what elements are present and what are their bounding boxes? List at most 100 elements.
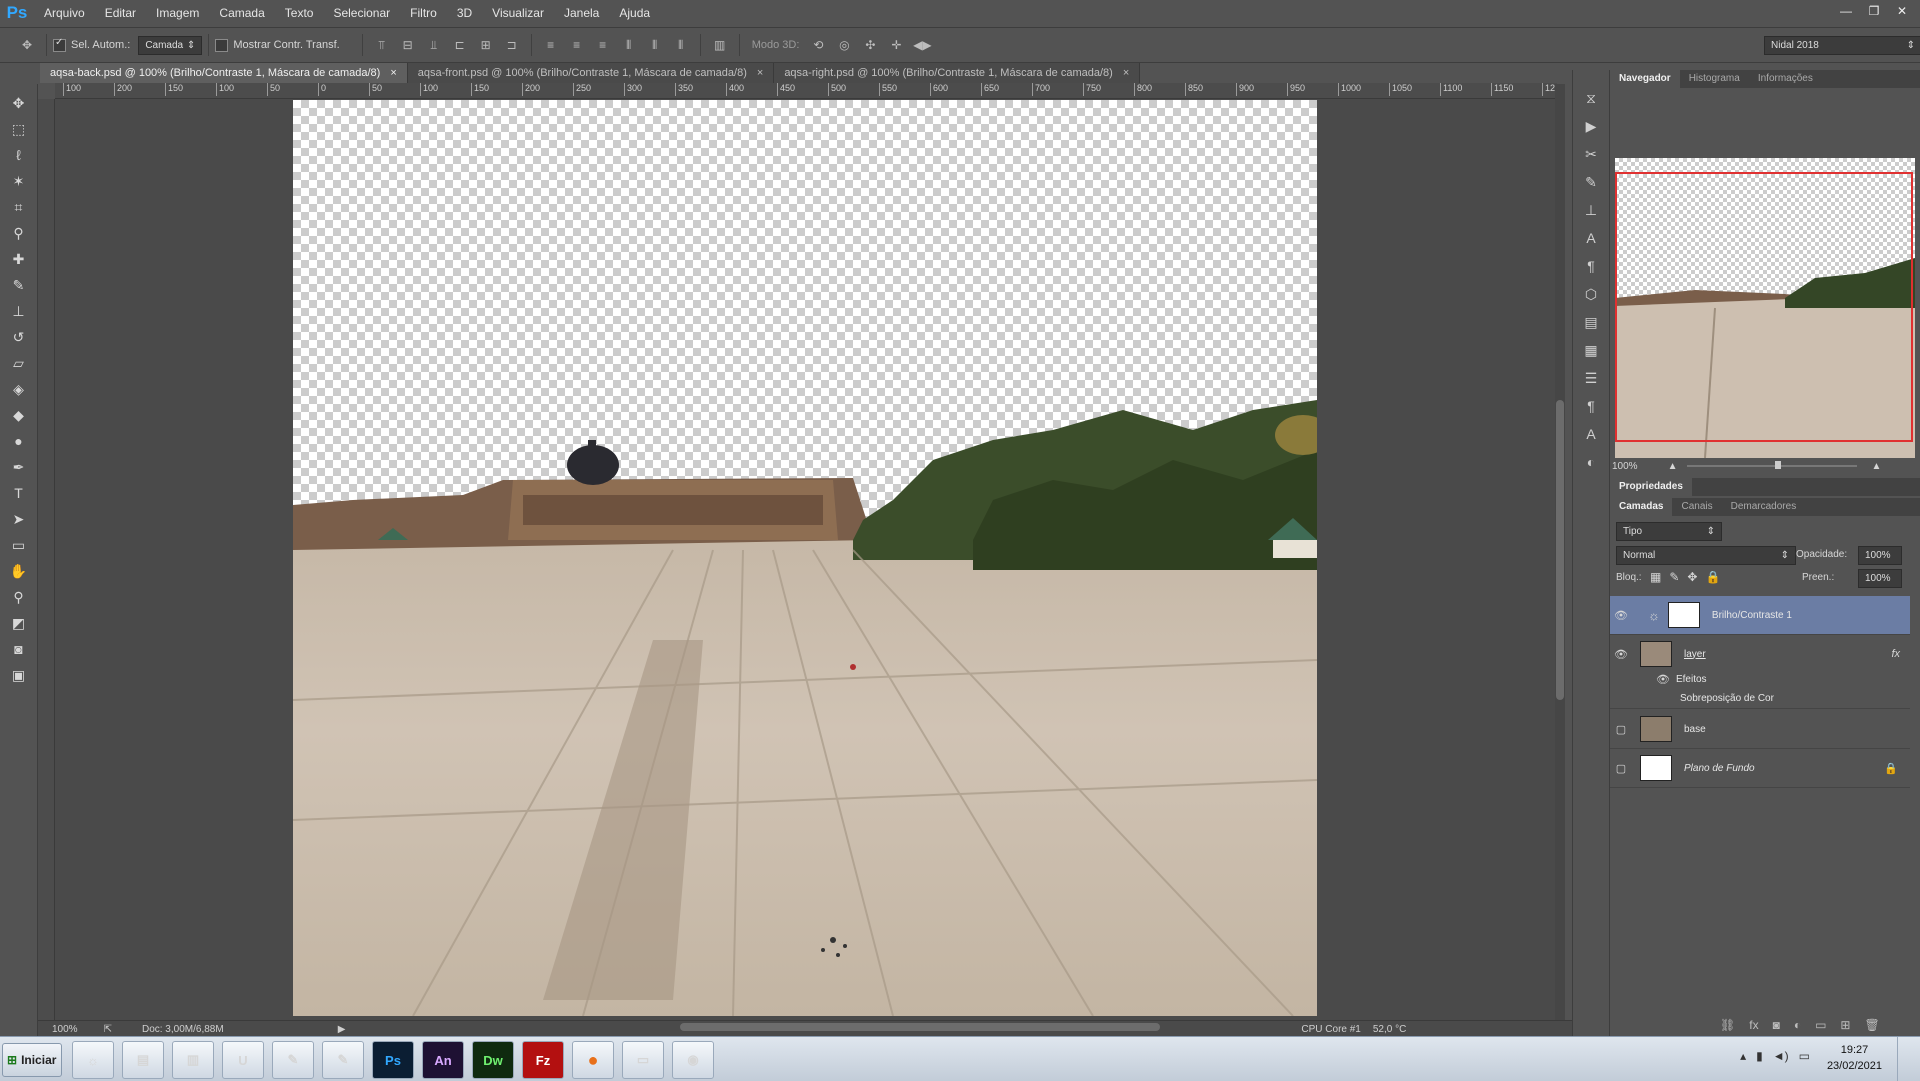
distribute-right-icon[interactable]: ⦀: [672, 36, 690, 54]
align-top-icon[interactable]: ⫪: [373, 36, 391, 54]
type-tool-icon[interactable]: T: [0, 480, 37, 506]
menu-arquivo[interactable]: Arquivo: [34, 0, 95, 26]
magic-wand-icon[interactable]: ✶: [0, 168, 37, 194]
tool-presets-icon[interactable]: ✂: [1573, 140, 1609, 168]
distribute-hcenter-icon[interactable]: ⦀: [646, 36, 664, 54]
zoom-slider[interactable]: [1687, 461, 1858, 469]
eye-icon[interactable]: 👁: [1610, 648, 1632, 661]
clone-stamp-icon[interactable]: ⊥: [0, 298, 37, 324]
zoom-tool-icon[interactable]: ⚲: [0, 584, 37, 610]
quick-mask-icon[interactable]: ◙: [0, 636, 37, 662]
auto-align-icon[interactable]: ▥: [711, 36, 729, 54]
distribute-top-icon[interactable]: ≡: [542, 36, 560, 54]
navigator-zoom-value[interactable]: 100%: [1612, 461, 1638, 472]
show-desktop-button[interactable]: [1897, 1037, 1920, 1081]
pen-tool-icon[interactable]: ✒: [0, 454, 37, 480]
layer-row-brightness[interactable]: 👁 ☼ Brilho/Contraste 1: [1610, 596, 1910, 635]
screen-mode-icon[interactable]: ▣: [0, 662, 37, 688]
layer-name[interactable]: layer: [1684, 649, 1706, 660]
tab-camadas[interactable]: Camadas: [1610, 498, 1673, 516]
tab-informacoes[interactable]: Informações: [1749, 70, 1822, 88]
menu-imagem[interactable]: Imagem: [146, 0, 209, 26]
zoom-in-icon[interactable]: ▲: [1871, 461, 1881, 472]
clone-source-icon[interactable]: ⊥: [1573, 196, 1609, 224]
tray-arrow-icon[interactable]: ▴: [1740, 1049, 1746, 1063]
dreamweaver-task-icon[interactable]: Dw: [472, 1041, 514, 1079]
menu-selecionar[interactable]: Selecionar: [323, 0, 400, 26]
layer-name[interactable]: base: [1684, 724, 1706, 735]
path-select-icon[interactable]: ➤: [0, 506, 37, 532]
character-styles-icon[interactable]: A: [1573, 420, 1609, 448]
new-group-icon[interactable]: ▭: [1815, 1018, 1826, 1032]
align-hcenter-icon[interactable]: ⊞: [477, 36, 495, 54]
character-icon[interactable]: A: [1573, 224, 1609, 252]
3d-cube-icon[interactable]: ⬡: [1573, 280, 1609, 308]
blend-mode-dropdown[interactable]: Normal ⇕: [1616, 546, 1796, 565]
notes-icon[interactable]: ▦: [1573, 336, 1609, 364]
tab-demarcadores[interactable]: Demarcadores: [1722, 498, 1806, 516]
animate-task-icon[interactable]: An: [422, 1041, 464, 1079]
eyedropper-icon[interactable]: ⚲: [0, 220, 37, 246]
history-icon[interactable]: ⧖: [1573, 84, 1609, 112]
paragraph-icon[interactable]: ¶: [1573, 252, 1609, 280]
close-icon[interactable]: ×: [757, 67, 763, 79]
eye-icon[interactable]: 👁: [1656, 673, 1670, 686]
menu-texto[interactable]: Texto: [275, 0, 324, 26]
tab-canais[interactable]: Canais: [1672, 498, 1721, 516]
new-layer-icon[interactable]: ⊞: [1840, 1018, 1850, 1032]
close-icon[interactable]: ×: [1123, 67, 1129, 79]
add-mask-icon[interactable]: ◙: [1773, 1018, 1780, 1032]
link-layers-icon[interactable]: ⛓: [1720, 1018, 1735, 1032]
menu-ajuda[interactable]: Ajuda: [609, 0, 660, 26]
shape-tool-icon[interactable]: ▭: [0, 532, 37, 558]
crop-tool-icon[interactable]: ⌗: [0, 194, 37, 220]
distribute-vcenter-icon[interactable]: ≡: [568, 36, 586, 54]
slide-3d-icon[interactable]: ✛: [887, 36, 905, 54]
healing-brush-icon[interactable]: ✚: [0, 246, 37, 272]
menu-filtro[interactable]: Filtro: [400, 0, 447, 26]
chart-app-icon[interactable]: ▤: [122, 1041, 164, 1079]
layer-row-background[interactable]: ▢ Plano de Fundo 🔒: [1610, 749, 1910, 788]
dodge-tool-icon[interactable]: ●: [0, 428, 37, 454]
visibility-toggle[interactable]: ▢: [1610, 723, 1632, 736]
menu-camada[interactable]: Camada: [209, 0, 274, 26]
menu-3d[interactable]: 3D: [447, 0, 482, 26]
color-icon[interactable]: ◐: [1573, 448, 1609, 476]
zoom-slider-thumb[interactable]: [1775, 461, 1782, 469]
auto-select-checkbox[interactable]: [53, 37, 66, 52]
layer-comps-icon[interactable]: ▤: [1573, 308, 1609, 336]
brush-presets-icon[interactable]: ✎: [1573, 168, 1609, 196]
volume-icon[interactable]: ◄): [1773, 1049, 1789, 1063]
eye-icon[interactable]: 👁: [1610, 609, 1632, 622]
marquee-tool-icon[interactable]: ⬚: [0, 116, 37, 142]
align-right-icon[interactable]: ⊐: [503, 36, 521, 54]
horizontal-scrollbar[interactable]: [680, 1023, 1160, 1031]
align-vcenter-icon[interactable]: ⊟: [399, 36, 417, 54]
tab-aqsa-front[interactable]: aqsa-front.psd @ 100% (Brilho/Contraste …: [407, 63, 775, 83]
lasso-tool-icon[interactable]: ℓ: [0, 142, 37, 168]
restore-icon[interactable]: ❐: [1862, 2, 1886, 20]
tab-histograma[interactable]: Histograma: [1680, 70, 1749, 88]
obs-app-icon[interactable]: ◉: [672, 1041, 714, 1079]
drag-3d-icon[interactable]: ✣: [861, 36, 879, 54]
brush-tool-icon[interactable]: ✎: [0, 272, 37, 298]
fx-icon[interactable]: fx: [1891, 648, 1900, 660]
notification-icon[interactable]: ▭: [1799, 1049, 1810, 1063]
align-bottom-icon[interactable]: ⫫: [425, 36, 443, 54]
start-button[interactable]: ⊞ Iniciar: [2, 1043, 62, 1077]
tool-app-icon[interactable]: ✎: [272, 1041, 314, 1079]
vertical-scrollbar[interactable]: [1556, 400, 1564, 700]
tool2-app-icon[interactable]: ✎: [322, 1041, 364, 1079]
layer-row-layer[interactable]: 👁 layer fx: [1610, 635, 1910, 673]
delete-layer-icon[interactable]: 🗑: [1864, 1018, 1879, 1032]
navigator-view-frame[interactable]: [1615, 172, 1913, 442]
monitor-app-icon[interactable]: ▥: [172, 1041, 214, 1079]
tab-propriedades[interactable]: Propriedades: [1610, 478, 1692, 496]
paragraph-styles-icon[interactable]: ¶: [1573, 392, 1609, 420]
adjustments-icon[interactable]: ☰: [1573, 364, 1609, 392]
photoshop-task-icon[interactable]: Ps: [372, 1041, 414, 1079]
layer-name[interactable]: Plano de Fundo: [1684, 763, 1755, 774]
menu-janela[interactable]: Janela: [554, 0, 609, 26]
color-swatches-icon[interactable]: ◩: [0, 610, 37, 636]
eraser-icon[interactable]: ▱: [0, 350, 37, 376]
